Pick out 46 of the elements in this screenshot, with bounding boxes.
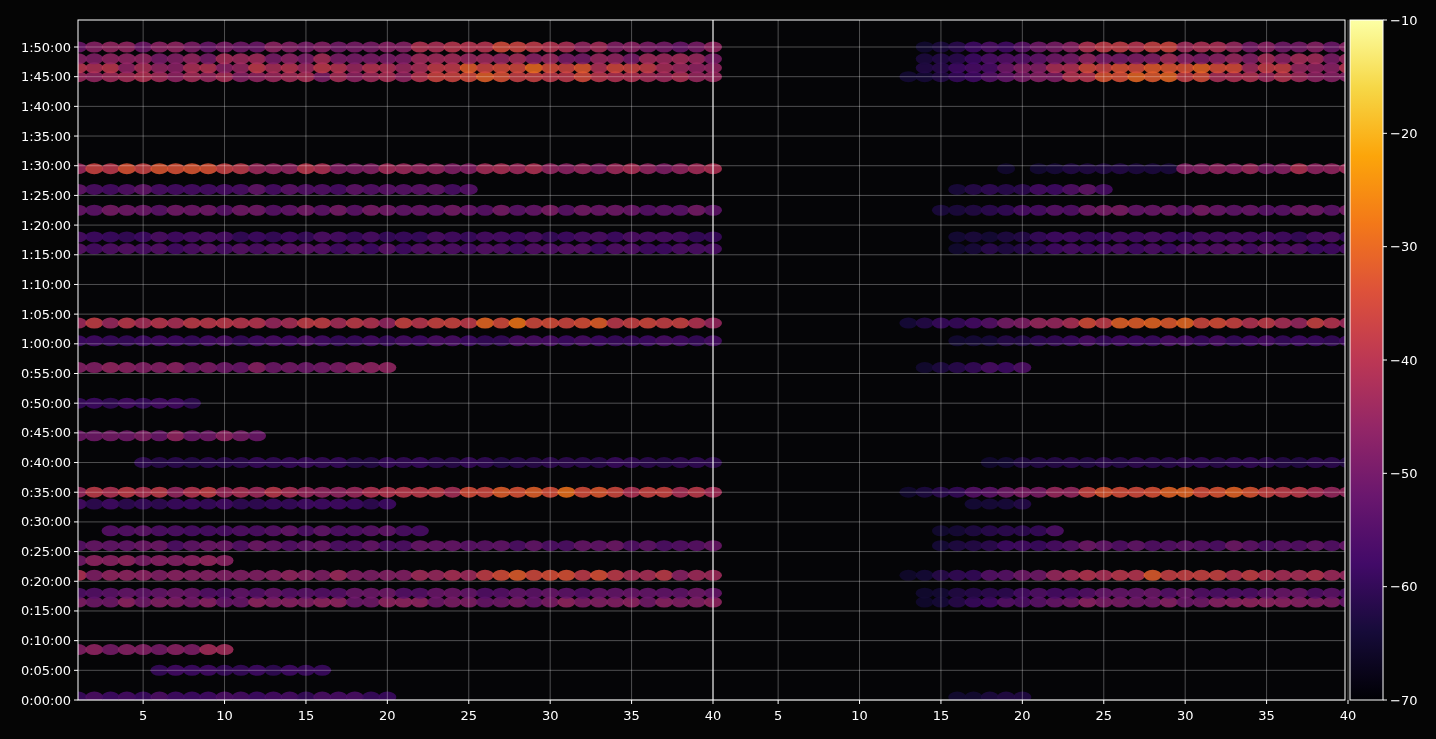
colorbar-tick-label: −60 [1390,579,1418,595]
x-tick-label: 35 [1258,708,1275,723]
x-tick-label: 30 [1176,708,1194,723]
y-tick-label: 0:00:00 [20,692,71,708]
x-tick-label: 5 [774,708,783,723]
x-tick-label: 25 [1095,708,1113,723]
x-tick-label: 15 [297,708,315,723]
colorbar-tick-label: −30 [1390,239,1418,255]
x-tick-label: 20 [1014,708,1031,723]
y-tick-label: 1:35:00 [20,128,71,144]
colorbar-tick-label: −70 [1390,692,1418,708]
x-tick-label: 20 [379,708,396,723]
x-tick-label: 15 [932,708,950,723]
y-tick-label: 1:15:00 [20,247,71,263]
y-tick-label: 0:20:00 [20,573,71,589]
y-tick-label: 0:40:00 [20,455,71,471]
x-tick-label: 40 [1339,708,1357,723]
y-tick-label: 1:50:00 [20,39,71,55]
y-tick-label: 0:55:00 [20,366,71,381]
y-tick-label: 0:25:00 [20,544,71,560]
colorbar-tick-label: −50 [1390,465,1418,481]
y-tick-label: 1:45:00 [20,69,71,85]
y-tick-label: 1:25:00 [20,187,71,203]
x-tick-label: 35 [623,708,640,723]
y-tick-label: 0:50:00 [20,395,71,411]
y-tick-label: 1:30:00 [20,158,71,174]
y-tick-label: 1:10:00 [20,276,71,292]
colorbar-tick-label: −40 [1390,352,1418,368]
colorbar-tick-label: −10 [1390,12,1418,28]
y-tick-label: 0:05:00 [20,662,71,678]
y-tick-label: 1:05:00 [20,306,71,322]
x-tick-label: 5 [139,708,148,723]
y-tick-label: 0:10:00 [20,633,71,649]
x-tick-label: 40 [704,708,722,723]
x-tick-label: 10 [216,708,233,723]
y-tick-label: 1:40:00 [20,98,71,114]
y-tick-label: 1:20:00 [20,217,71,233]
x-tick-label: 30 [541,708,559,723]
y-tick-label: 0:35:00 [20,484,71,500]
y-tick-label: 0:45:00 [20,425,71,441]
x-tick-label: 25 [460,708,478,723]
y-tick-label: 0:15:00 [20,603,71,619]
y-tick-label: 0:30:00 [20,514,71,530]
y-tick-label: 1:00:00 [20,336,71,352]
colorbar-tick-label: −20 [1390,125,1418,141]
x-tick-label: 10 [851,708,868,723]
